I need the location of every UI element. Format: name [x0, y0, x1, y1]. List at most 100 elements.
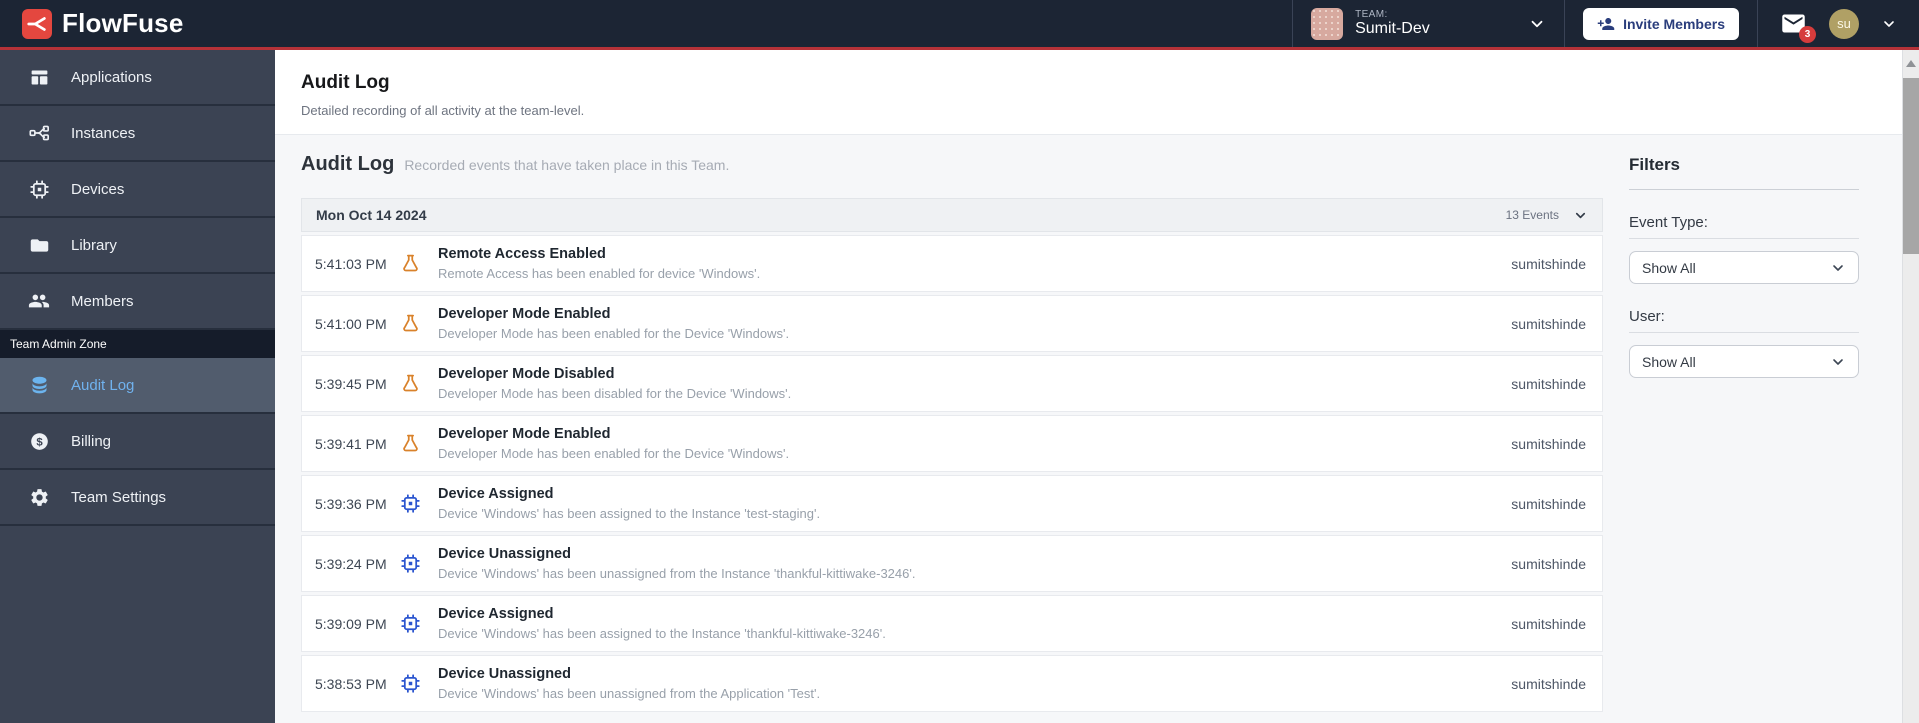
audit-row[interactable]: 5:38:53 PM Device Unassigned Device 'Win…	[301, 655, 1603, 712]
filters-title: Filters	[1629, 155, 1859, 190]
event-user: sumitshinde	[1511, 435, 1586, 452]
chevron-down-icon	[1528, 15, 1546, 33]
event-description: Device 'Windows' has been unassigned fro…	[438, 566, 916, 581]
flask-icon	[400, 313, 422, 334]
sidebar-item-label: Audit Log	[71, 376, 135, 394]
event-description: Device 'Windows' has been unassigned fro…	[438, 686, 821, 701]
team-admin-zone-label: Team Admin Zone	[0, 330, 275, 358]
event-user: sumitshinde	[1511, 375, 1586, 392]
sidebar-item-billing[interactable]: $ Billing	[0, 414, 275, 470]
date-label: Mon Oct 14 2024	[316, 207, 427, 223]
event-user: sumitshinde	[1511, 255, 1586, 272]
sidebar-item-applications[interactable]: Applications	[0, 50, 275, 106]
event-title: Device Unassigned	[438, 546, 571, 562]
user-avatar[interactable]: su	[1829, 8, 1859, 39]
devices-icon	[28, 178, 50, 200]
main-content: Audit Log Detailed recording of all acti…	[275, 50, 1919, 723]
event-time: 5:41:03 PM	[315, 255, 387, 272]
event-user: sumitshinde	[1511, 555, 1586, 572]
members-icon	[28, 290, 50, 312]
event-time: 5:38:53 PM	[315, 675, 387, 692]
chevron-down-icon[interactable]	[1573, 208, 1588, 223]
scrollbar-up-arrow[interactable]	[1906, 60, 1916, 67]
audit-row[interactable]: 5:39:41 PM Developer Mode Enabled Develo…	[301, 415, 1603, 472]
event-time: 5:39:45 PM	[315, 375, 387, 392]
sidebar-item-members[interactable]: Members	[0, 274, 275, 330]
flask-icon	[400, 253, 422, 274]
user-filter-value: Show All	[1642, 353, 1696, 370]
event-type-value: Show All	[1642, 259, 1696, 276]
audit-row[interactable]: 5:41:03 PM Remote Access Enabled Remote …	[301, 235, 1603, 292]
chip-icon	[400, 613, 422, 634]
event-description: Developer Mode has been enabled for the …	[438, 326, 790, 341]
sidebar-item-team-settings[interactable]: Team Settings	[0, 470, 275, 526]
event-title: Device Assigned	[438, 606, 554, 622]
sidebar: Applications Instances Devices Library M…	[0, 50, 275, 723]
team-settings-icon	[28, 486, 50, 508]
sidebar-item-label: Devices	[71, 180, 125, 198]
applications-icon	[28, 66, 50, 88]
invite-members-button[interactable]: Invite Members	[1583, 7, 1739, 40]
notifications-button[interactable]: 3	[1780, 10, 1816, 43]
audit-row[interactable]: 5:39:45 PM Developer Mode Disabled Devel…	[301, 355, 1603, 412]
event-time: 5:41:00 PM	[315, 315, 387, 332]
event-description: Device 'Windows' has been assigned to th…	[438, 626, 886, 641]
event-type-label: Event Type:	[1629, 214, 1859, 239]
team-selector[interactable]: TEAM: Sumit-Dev	[1292, 0, 1564, 47]
event-description: Device 'Windows' has been assigned to th…	[438, 506, 821, 521]
event-user: sumitshinde	[1511, 315, 1586, 332]
flask-icon	[400, 433, 422, 454]
sidebar-item-instances[interactable]: Instances	[0, 106, 275, 162]
library-icon	[28, 234, 50, 256]
event-time: 5:39:36 PM	[315, 495, 387, 512]
section-subtitle: Recorded events that have taken place in…	[404, 157, 730, 173]
date-group-header[interactable]: Mon Oct 14 2024 13 Events	[301, 198, 1603, 232]
brand[interactable]: FlowFuse	[0, 0, 1292, 47]
audit-row[interactable]: 5:39:24 PM Device Unassigned Device 'Win…	[301, 535, 1603, 592]
scrollbar-thumb[interactable]	[1903, 78, 1919, 254]
audit-row[interactable]: 5:39:09 PM Device Assigned Device 'Windo…	[301, 595, 1603, 652]
instances-icon	[28, 122, 50, 144]
team-avatar	[1311, 7, 1344, 40]
person-add-icon	[1597, 15, 1615, 33]
sidebar-item-audit-log[interactable]: Audit Log	[0, 358, 275, 414]
vertical-scrollbar[interactable]	[1902, 50, 1919, 723]
chip-icon	[400, 493, 422, 514]
page-subtitle: Detailed recording of all activity at th…	[301, 103, 585, 118]
page-header: Audit Log Detailed recording of all acti…	[275, 50, 1919, 135]
flowfuse-logo-icon	[22, 8, 52, 39]
sidebar-item-label: Library	[71, 236, 117, 254]
audit-log-panel: Audit Log Recorded events that have take…	[301, 151, 1603, 723]
filters-panel: Filters Event Type: Show All User: Show …	[1629, 151, 1859, 723]
sidebar-item-devices[interactable]: Devices	[0, 162, 275, 218]
event-user: sumitshinde	[1511, 675, 1586, 692]
sidebar-item-label: Instances	[71, 124, 136, 142]
event-type-select[interactable]: Show All	[1629, 251, 1859, 284]
event-description: Developer Mode has been enabled for the …	[438, 446, 790, 461]
chevron-down-icon[interactable]	[1881, 16, 1897, 32]
brand-name: FlowFuse	[62, 8, 184, 38]
event-title: Developer Mode Enabled	[438, 426, 611, 442]
event-description: Developer Mode has been disabled for the…	[438, 386, 792, 401]
chevron-down-icon	[1830, 354, 1846, 370]
page-title: Audit Log	[301, 72, 390, 93]
event-title: Developer Mode Disabled	[438, 366, 615, 382]
audit-log-icon	[28, 374, 50, 396]
event-title: Device Assigned	[438, 486, 554, 502]
event-description: Remote Access has been enabled for devic…	[438, 266, 761, 281]
event-user: sumitshinde	[1511, 615, 1586, 632]
sidebar-item-library[interactable]: Library	[0, 218, 275, 274]
team-label: TEAM:	[1355, 8, 1388, 20]
chip-icon	[400, 553, 422, 574]
user-filter-label: User:	[1629, 308, 1859, 333]
sidebar-item-label: Applications	[71, 68, 152, 86]
user-select[interactable]: Show All	[1629, 345, 1859, 378]
audit-row[interactable]: 5:41:00 PM Developer Mode Enabled Develo…	[301, 295, 1603, 352]
events-count: 13 Events	[1505, 208, 1559, 222]
invite-members-label: Invite Members	[1623, 15, 1725, 32]
sidebar-item-label: Team Settings	[71, 488, 167, 506]
audit-row[interactable]: 5:39:36 PM Device Assigned Device 'Windo…	[301, 475, 1603, 532]
event-title: Device Unassigned	[438, 666, 571, 682]
sidebar-item-label: Members	[71, 292, 134, 310]
event-title: Remote Access Enabled	[438, 246, 606, 262]
